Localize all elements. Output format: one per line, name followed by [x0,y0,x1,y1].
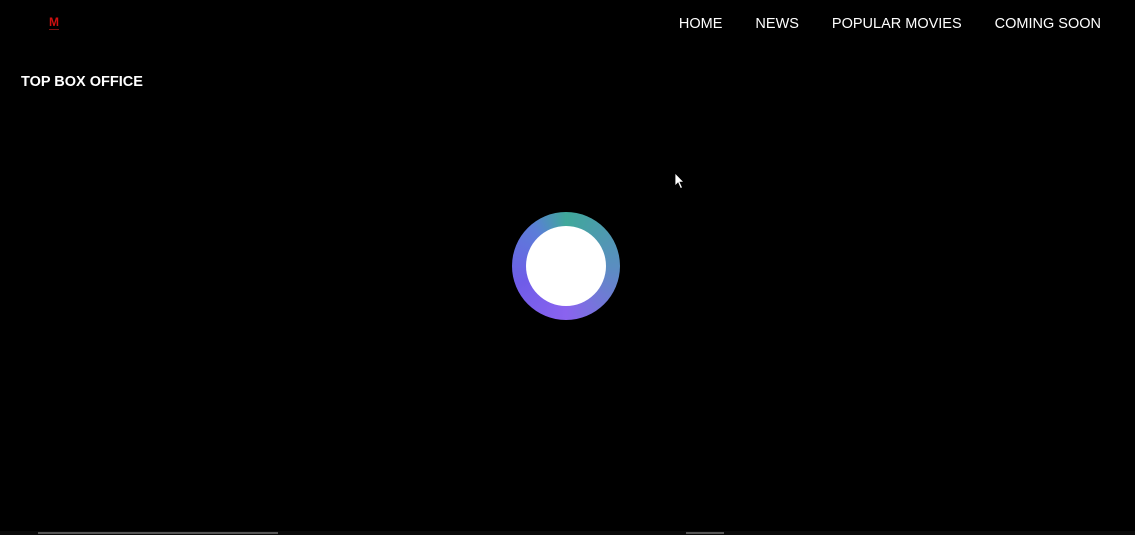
mouse-pointer-icon [674,172,685,190]
nav-item-news[interactable]: NEWS [755,16,799,33]
scrollbar-thumb[interactable] [38,532,278,534]
navbar: M HOME NEWS POPULAR MOVIES COMING SOON [0,0,1135,50]
site-logo[interactable]: M [49,16,59,30]
logo-letter: M [49,15,59,29]
page: M HOME NEWS POPULAR MOVIES COMING SOON T… [0,0,1135,535]
main-nav: HOME NEWS POPULAR MOVIES COMING SOON [679,16,1101,33]
nav-item-home[interactable]: HOME [679,16,723,33]
logo-underline [49,29,59,30]
loading-spinner-icon [512,212,620,320]
loading-spinner-center [526,226,606,306]
section-title: TOP BOX OFFICE [21,74,143,90]
nav-item-coming-soon[interactable]: COMING SOON [995,16,1101,33]
nav-item-popular-movies[interactable]: POPULAR MOVIES [832,16,962,33]
scrollbar-thumb-secondary[interactable] [686,532,724,534]
